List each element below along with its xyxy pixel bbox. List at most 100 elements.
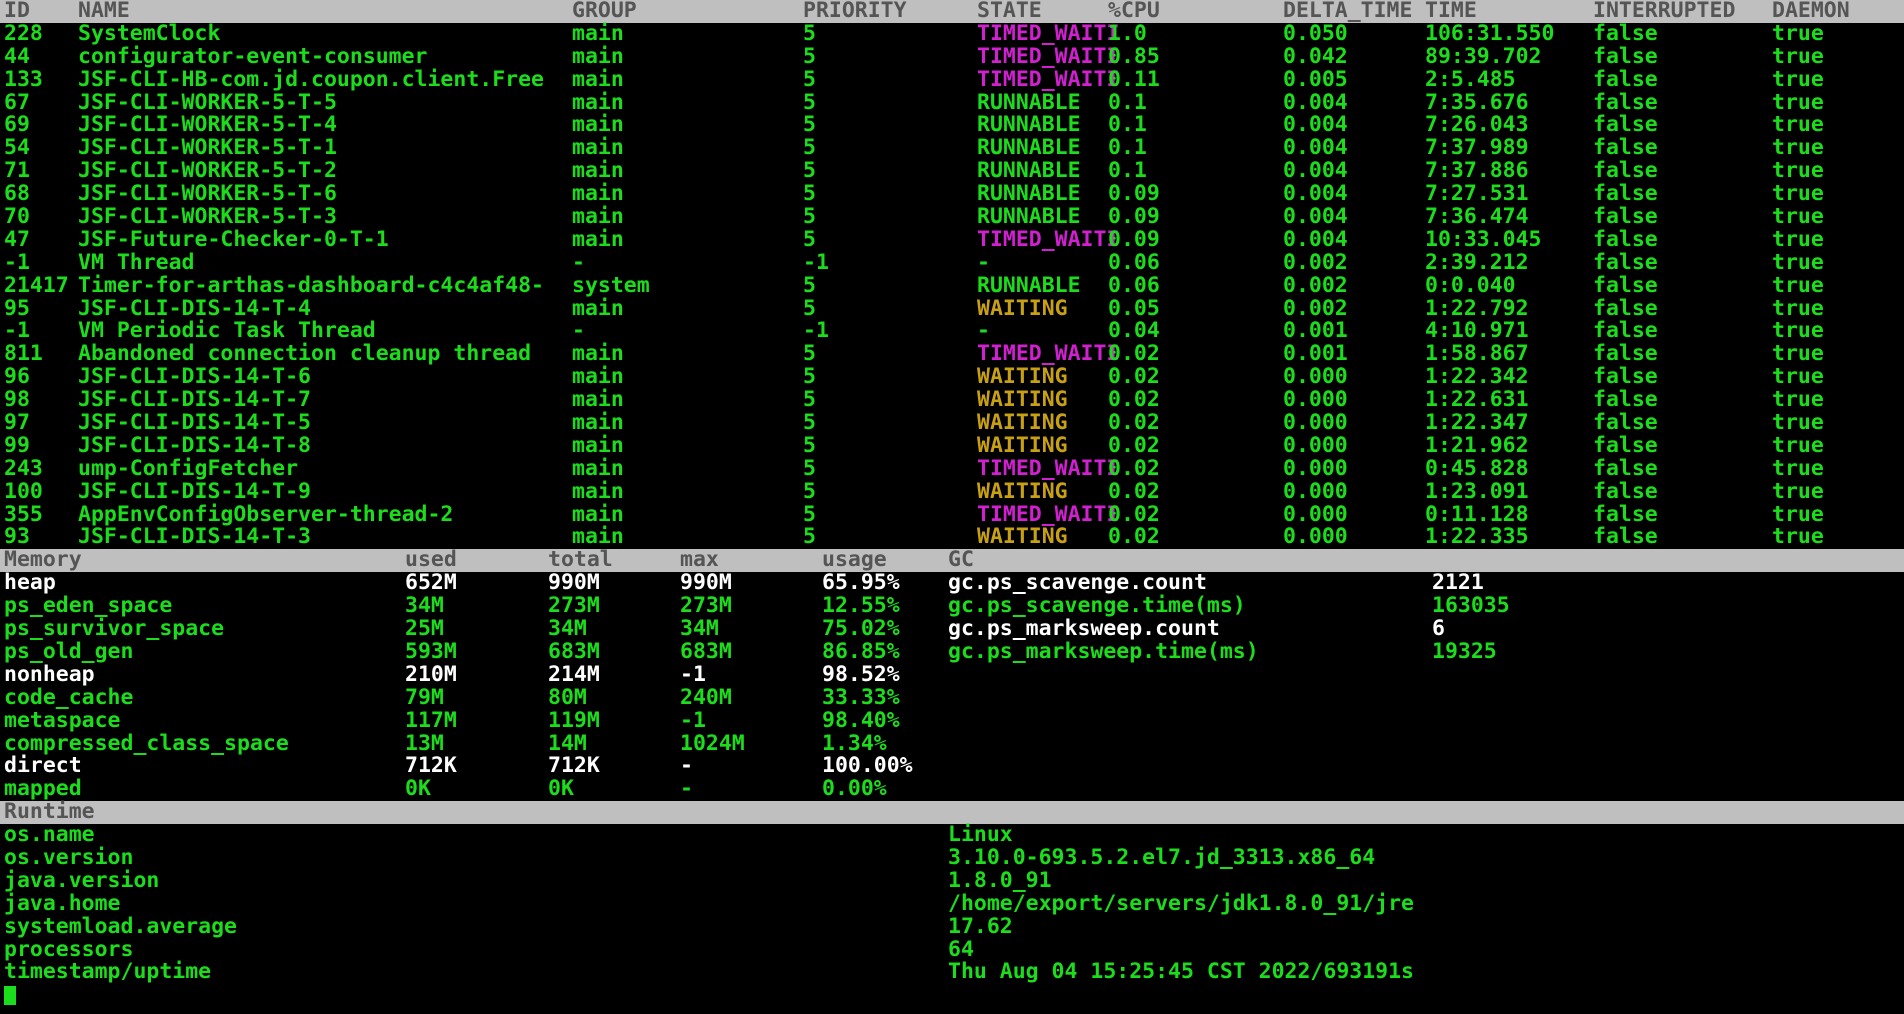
memory-col-usage: usage <box>822 547 887 573</box>
memory-used: 13M <box>405 730 444 756</box>
thread-daemon: true <box>1772 524 1824 550</box>
runtime-key: java.home <box>4 890 121 916</box>
table-row[interactable]: 98 JSF-CLI-DIS-14-T-7 main 5 WAITING 0.02 0.00… <box>0 387 1904 413</box>
thread-interrupted: false <box>1593 478 1658 504</box>
memory-usage: 0.00% <box>822 776 887 802</box>
thread-cpu: 0.04 <box>1108 318 1160 344</box>
table-row[interactable]: 228 SystemClock main 5 TIMED_WAITI 1.0 0.050 10… <box>0 20 1904 46</box>
table-row[interactable]: 68 JSF-CLI-WORKER-5-T-6 main 5 RUNNABLE 0.09 0… <box>0 181 1904 207</box>
memory-max: - <box>680 776 693 802</box>
thread-priority: 5 <box>803 181 816 207</box>
thread-interrupted: false <box>1593 43 1658 69</box>
thread-state: RUNNABLE <box>977 135 1081 161</box>
thread-name: JSF-CLI-WORKER-5-T-5 <box>78 89 337 115</box>
thread-state: WAITING <box>977 410 1068 436</box>
runtime-value: Thu Aug 04 15:25:45 CST 2022/693191s <box>948 959 1414 985</box>
table-row[interactable]: 21417 Timer-for-arthas-dashboard-c4c4af48… <box>0 272 1904 298</box>
table-row[interactable]: 47 JSF-Future-Checker-0-T-1 main 5 TIMED_WAI… <box>0 226 1904 252</box>
thread-state: RUNNABLE <box>977 89 1081 115</box>
memory-used: 712K <box>405 753 457 779</box>
table-row[interactable]: 99 JSF-CLI-DIS-14-T-8 main 5 WAITING 0.02 0.00… <box>0 434 1904 458</box>
memory-total: 80M <box>548 684 587 710</box>
thread-id: 67 <box>4 89 30 115</box>
thread-id: 54 <box>4 135 30 161</box>
thread-interrupted: false <box>1593 158 1658 184</box>
thread-interrupted: false <box>1593 249 1658 275</box>
thread-time: 7:26.043 <box>1425 112 1529 138</box>
thread-daemon: true <box>1772 318 1824 344</box>
memory-usage: 98.52% <box>822 661 900 687</box>
thread-cpu: 0.11 <box>1108 66 1160 92</box>
runtime-section-label: Runtime <box>4 799 95 825</box>
table-row[interactable]: 811 Abandoned connection cleanup thread ma… <box>0 342 1904 366</box>
thread-priority: 5 <box>803 501 816 527</box>
thread-name: JSF-CLI-DIS-14-T-6 <box>78 364 311 390</box>
thread-delta-time: 0.005 <box>1283 66 1348 92</box>
table-row[interactable]: 355 AppEnvConfigObserver-thread-2 main 5 TIM… <box>0 501 1904 527</box>
runtime-row: java.version 1.8.0_91 <box>0 869 1904 893</box>
thread-delta-time: 0.004 <box>1283 204 1348 230</box>
thread-id: -1 <box>4 249 30 275</box>
thread-daemon: true <box>1772 249 1824 275</box>
table-row[interactable]: -1 VM Thread - -1 - 0.06 0.002 2:39.212 false tru… <box>0 249 1904 275</box>
memory-max: 683M <box>680 638 732 664</box>
table-row[interactable]: 69 JSF-CLI-WORKER-5-T-4 main 5 RUNNABLE 0.1 0.… <box>0 114 1904 137</box>
thread-daemon: true <box>1772 43 1824 69</box>
table-row[interactable]: -1 VM Periodic Task Thread - -1 - 0.04 0.001 4:… <box>0 320 1904 343</box>
thread-name: configurator-event-consumer <box>78 43 428 69</box>
thread-delta-time: 0.004 <box>1283 226 1348 252</box>
memory-max: 990M <box>680 570 732 596</box>
thread-delta-time: 0.000 <box>1283 455 1348 481</box>
table-row[interactable]: 243 ump-ConfigFetcher main 5 TIMED_WAITI 0.02… <box>0 455 1904 481</box>
thread-id: 69 <box>4 112 30 138</box>
thread-cpu: 0.02 <box>1108 387 1160 413</box>
table-row[interactable]: 95 JSF-CLI-DIS-14-T-4 main 5 WAITING 0.05 0.00… <box>0 295 1904 321</box>
thread-priority: -1 <box>803 318 829 344</box>
thread-name: JSF-CLI-WORKER-5-T-2 <box>78 158 337 184</box>
cursor-line <box>0 984 1904 1007</box>
thread-daemon: true <box>1772 387 1824 413</box>
table-row[interactable]: 97 JSF-CLI-DIS-14-T-5 main 5 WAITING 0.02 0.00… <box>0 410 1904 436</box>
table-row[interactable]: 133 JSF-CLI-HB-com.jd.coupon.client.Free m… <box>0 66 1904 92</box>
table-row[interactable]: 70 JSF-CLI-WORKER-5-T-3 main 5 RUNNABLE 0.09 0… <box>0 204 1904 230</box>
memory-max: - <box>680 753 693 779</box>
thread-time: 0:0.040 <box>1425 272 1516 298</box>
table-row[interactable]: 44 configurator-event-consumer main 5 TIMED_… <box>0 43 1904 69</box>
thread-time: 2:5.485 <box>1425 66 1516 92</box>
thread-group: main <box>572 135 624 161</box>
memory-name: compressed_class_space <box>4 730 289 756</box>
runtime-value: 3.10.0-693.5.2.el7.jd_3313.x86_64 <box>948 844 1376 870</box>
thread-table-header: ID NAME GROUP PRIORITY STATE %CPU DELTA_TIME TI… <box>0 0 1904 23</box>
table-row[interactable]: 67 JSF-CLI-WORKER-5-T-5 main 5 RUNNABLE 0.1 0.… <box>0 89 1904 115</box>
table-row[interactable]: 96 JSF-CLI-DIS-14-T-6 main 5 WAITING 0.02 0.00… <box>0 364 1904 390</box>
runtime-key: processors <box>4 936 134 962</box>
thread-state: TIMED_WAITI <box>977 66 1120 92</box>
table-row[interactable]: 100 JSF-CLI-DIS-14-T-9 main 5 WAITING 0.02 0.0… <box>0 478 1904 504</box>
thread-id: 21417 <box>4 272 69 298</box>
thread-state: WAITING <box>977 295 1068 321</box>
thread-group: main <box>572 295 624 321</box>
table-row[interactable]: 93 JSF-CLI-DIS-14-T-3 main 5 WAITING 0.02 0.00… <box>0 526 1904 549</box>
memory-total: 119M <box>548 707 600 733</box>
thread-cpu: 0.06 <box>1108 249 1160 275</box>
table-row[interactable]: 71 JSF-CLI-WORKER-5-T-2 main 5 RUNNABLE 0.1 0.… <box>0 158 1904 184</box>
memory-row: direct 712K 712K - 100.00% <box>0 753 1904 779</box>
thread-name: VM Periodic Task Thread <box>78 318 376 344</box>
thread-group: main <box>572 478 624 504</box>
thread-delta-time: 0.050 <box>1283 20 1348 46</box>
thread-time: 7:36.474 <box>1425 204 1529 230</box>
thread-name: JSF-CLI-WORKER-5-T-1 <box>78 135 337 161</box>
memory-usage: 33.33% <box>822 684 900 710</box>
thread-cpu: 0.1 <box>1108 135 1147 161</box>
thread-time: 106:31.550 <box>1425 20 1555 46</box>
thread-col-priority: PRIORITY <box>803 0 907 23</box>
thread-name: ump-ConfigFetcher <box>78 455 299 481</box>
thread-delta-time: 0.002 <box>1283 272 1348 298</box>
thread-delta-time: 0.004 <box>1283 158 1348 184</box>
thread-group: main <box>572 364 624 390</box>
table-row[interactable]: 54 JSF-CLI-WORKER-5-T-1 main 5 RUNNABLE 0.1 0.… <box>0 135 1904 161</box>
memory-used: 117M <box>405 707 457 733</box>
thread-priority: 5 <box>803 204 816 230</box>
thread-time: 7:37.886 <box>1425 158 1529 184</box>
thread-id: 44 <box>4 43 30 69</box>
